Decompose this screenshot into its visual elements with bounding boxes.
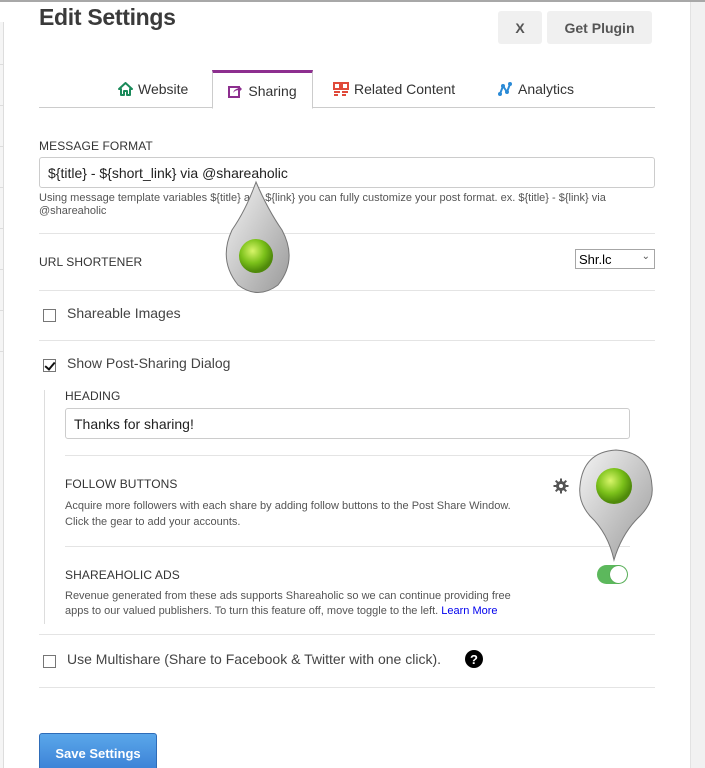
chevron-down-icon: ⌄ <box>641 251 650 262</box>
window-top-border <box>0 0 705 2</box>
divider <box>39 290 655 291</box>
shareaholic-ads-label: SHAREAHOLIC ADS <box>65 568 180 582</box>
shareable-images-checkbox[interactable] <box>43 309 56 322</box>
divider <box>39 634 655 635</box>
gear-icon[interactable] <box>553 478 569 494</box>
ads-help-1: Revenue generated from these ads support… <box>65 590 511 602</box>
help-question-icon[interactable]: ? <box>465 650 483 668</box>
tab-website[interactable]: Website <box>118 70 188 108</box>
multishare-checkbox[interactable] <box>43 655 56 668</box>
divider <box>65 455 630 456</box>
url-shortener-value: Shr.lc <box>579 251 612 267</box>
heading-input[interactable]: Thanks for sharing! <box>65 408 630 439</box>
follow-buttons-help-1: Acquire more followers with each share b… <box>65 500 511 512</box>
learn-more-link[interactable]: Learn More <box>441 605 497 617</box>
tab-related-content[interactable]: Related Content <box>333 70 455 108</box>
nested-section-line <box>44 390 45 624</box>
share-icon <box>228 84 243 98</box>
follow-buttons-help-2: Click the gear to add your accounts. <box>65 516 241 528</box>
tab-analytics[interactable]: Analytics <box>497 70 574 108</box>
home-icon <box>118 82 133 96</box>
divider <box>39 233 655 234</box>
get-plugin-button[interactable]: Get Plugin <box>547 11 652 44</box>
post-sharing-dialog-checkbox[interactable] <box>43 359 56 372</box>
shareable-images-label: Shareable Images <box>67 305 181 321</box>
divider <box>39 687 655 688</box>
heading-label: HEADING <box>65 389 121 403</box>
ads-help-2: apps to our valued publishers. To turn t… <box>65 605 498 618</box>
page-title: Edit Settings <box>39 4 176 30</box>
ads-toggle[interactable] <box>597 565 628 584</box>
follow-buttons-label: FOLLOW BUTTONS <box>65 477 178 491</box>
toggle-knob <box>610 566 627 583</box>
analytics-icon <box>497 82 513 96</box>
tab-sharing[interactable]: Sharing <box>212 70 313 109</box>
message-format-label: MESSAGE FORMAT <box>39 139 153 153</box>
message-format-input[interactable]: ${title} - ${short_link} via @shareaholi… <box>39 157 655 188</box>
ads-help-text: apps to our valued publishers. To turn t… <box>65 605 439 617</box>
tab-label: Analytics <box>518 81 575 97</box>
close-button[interactable]: X <box>498 11 542 44</box>
divider <box>65 546 630 547</box>
post-sharing-dialog-label: Show Post-Sharing Dialog <box>67 355 231 371</box>
tab-label: Sharing <box>248 82 297 99</box>
url-shortener-select[interactable]: Shr.lc ⌄ <box>575 249 655 269</box>
related-content-icon <box>333 82 349 96</box>
save-settings-button[interactable]: Save Settings <box>39 733 157 768</box>
divider <box>39 340 655 341</box>
tab-label: Related Content <box>354 81 456 97</box>
left-sidebar-edge <box>0 22 4 768</box>
right-scroll-area <box>690 2 705 768</box>
message-format-help: Using message template variables ${title… <box>39 192 606 217</box>
multishare-label: Use Multishare (Share to Facebook & Twit… <box>67 651 442 667</box>
settings-tabs: Website Sharing Related Content Analytic… <box>39 70 655 109</box>
url-shortener-label: URL SHORTENER <box>39 255 143 269</box>
tab-label: Website <box>138 81 189 97</box>
